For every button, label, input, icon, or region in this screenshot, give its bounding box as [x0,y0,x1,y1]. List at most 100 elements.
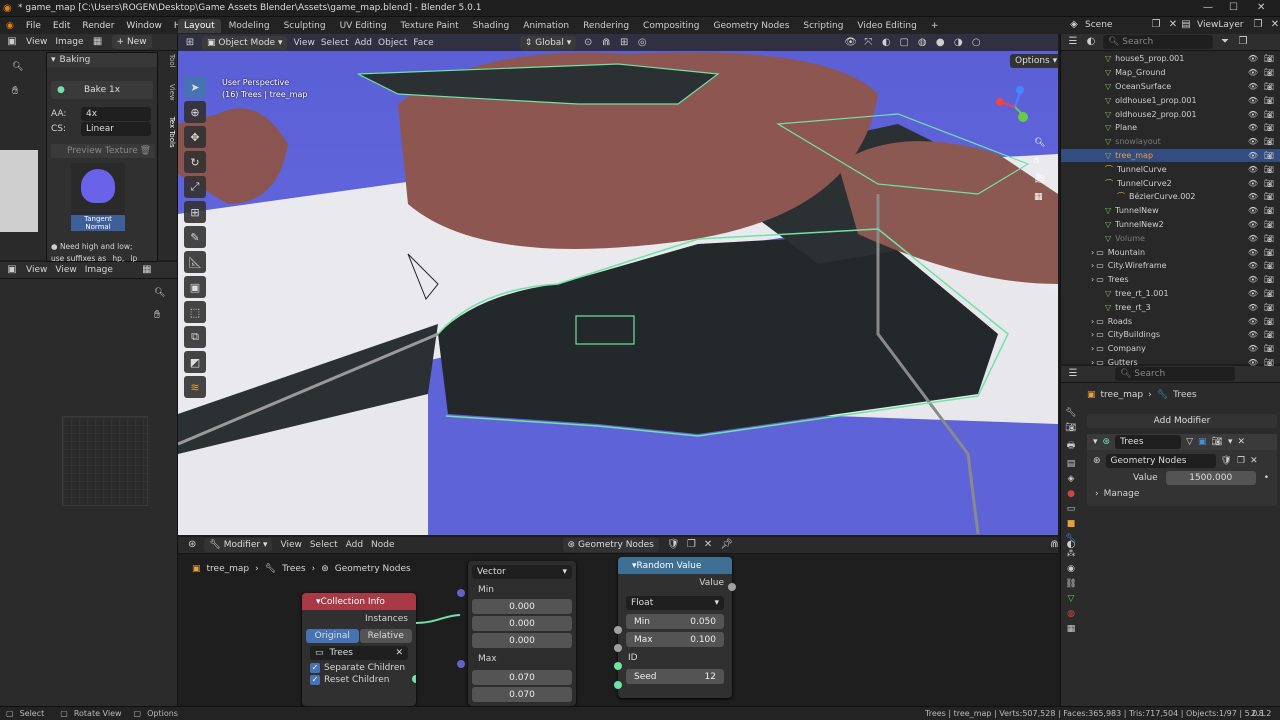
extrude-tool-icon[interactable]: ⧉ [184,326,206,348]
duplicate-icon[interactable]: ❐ [1237,456,1245,466]
menu-face[interactable]: Face [413,38,433,48]
modifier-header[interactable]: ▾ ⊛ Trees ▽ ▣ 📷︎ ▾ ✕ [1087,434,1277,450]
menu-node[interactable]: Node [371,540,395,550]
fake-user-icon[interactable]: 🛡︎ [1221,456,1232,466]
visibility-icon[interactable]: 👁︎ [1248,165,1258,174]
grid-view-icon[interactable]: ▦ [1034,192,1045,202]
min-x-field[interactable]: 0.000 [472,599,572,614]
render-visibility-icon[interactable]: 📷︎ [1264,344,1274,353]
render-visibility-icon[interactable]: 📷︎ [1264,220,1274,229]
expand-icon[interactable]: › [1091,248,1094,257]
pan-hand-icon[interactable]: ✋︎ [12,84,18,98]
max-x-field[interactable]: 0.070 [472,670,572,685]
scene-selector[interactable]: ◈ Scene ❐ ✕ [1068,19,1179,31]
add-modifier-button[interactable]: Add Modifier [1087,414,1277,428]
visibility-icon[interactable]: 👁︎ [1248,82,1258,91]
snap-icon[interactable]: ⋒ [1050,539,1058,551]
tab-tex-tools[interactable]: Tex Tools [168,117,176,148]
data-type-dropdown[interactable]: Float ▾ [626,596,724,610]
outliner-item[interactable]: ▽ TunnelNew 👁︎ 📷︎ [1061,204,1280,218]
view-layer-tab-icon[interactable]: ▤ [1067,459,1076,469]
overlay-icon[interactable]: ◐ [1067,539,1076,551]
scale-tool-icon[interactable]: ⤢ [184,176,206,198]
viewlayer-selector[interactable]: ▤ ViewLayer ❐ ✕ [1180,19,1280,31]
outliner-item[interactable]: › ▭ CityBuildings 👁︎ 📷︎ [1061,328,1280,342]
expand-icon[interactable]: › [1091,330,1094,339]
tab-video-editing[interactable]: Video Editing [851,19,922,33]
outliner-item[interactable]: ▽ TunnelNew2 👁︎ 📷︎ [1061,218,1280,232]
outliner-search-input[interactable]: 🔍︎ Search [1103,35,1213,49]
image-browse-icon[interactable]: ▦ [141,264,153,276]
transform-tool-icon[interactable]: ⊞ [184,201,206,223]
expand-icon[interactable]: › [1091,275,1094,284]
menu-select[interactable]: Select [310,540,338,550]
random-value-node[interactable]: ▾ Random Value Value Float ▾ Min 0.050 Ma… [618,557,732,698]
render-visibility-icon[interactable]: 📷︎ [1264,192,1274,201]
menu-view[interactable]: View [293,38,314,48]
editor-type-icon[interactable]: ⊞ [184,37,196,49]
visibility-icon[interactable]: 👁︎ [1248,54,1258,63]
duplicate-icon[interactable]: ❐ [687,539,696,551]
outliner-item[interactable]: ▽ Volume 👁︎ 📷︎ [1061,231,1280,245]
physics-tab-icon[interactable]: ◉ [1067,564,1075,574]
node-editor[interactable]: ⊛ 🔧︎ Modifier ▾ View Select Add Node ⊛ G… [178,537,1075,706]
menu-add[interactable]: Add [355,38,372,48]
min-socket-icon[interactable] [457,589,465,597]
render-visibility-icon[interactable]: 📷︎ [1264,137,1274,146]
cursor-tool-icon[interactable]: ⊕ [184,101,206,123]
menu-window[interactable]: Window [126,21,162,31]
outliner-item[interactable]: ▽ oldhouse2_prop.001 👁︎ 📷︎ [1061,107,1280,121]
tab-texture-paint[interactable]: Texture Paint [395,19,465,33]
tab-shading[interactable]: Shading [467,19,516,33]
editor-type-icon[interactable]: ▣ [6,36,18,48]
rotate-tool-icon[interactable]: ↻ [184,151,206,173]
outliner-item[interactable]: ▽ tree_map 👁︎ 📷︎ [1061,148,1280,163]
vector-type-dropdown[interactable]: Vector ▾ [472,565,572,579]
proportional-edit-icon[interactable]: ◎ [636,37,648,49]
visibility-icon[interactable]: 👁︎ [1248,96,1258,105]
dropdown-icon[interactable]: ▾ [1228,437,1233,447]
visibility-icon[interactable]: 👁︎ [1248,261,1258,270]
viewlayer-new-icon[interactable]: ❐ [1252,19,1264,31]
reset-children-row[interactable]: ✓ Reset Children [310,675,408,685]
outliner-item[interactable]: ▽ snowlayout 👁︎ 📷︎ [1061,135,1280,149]
tab-layout[interactable]: Layout [178,18,221,33]
outliner-item[interactable]: ▽ oldhouse1_prop.001 👁︎ 📷︎ [1061,93,1280,107]
random-value-header[interactable]: ▾ Random Value [618,557,732,574]
minimize-icon[interactable]: — [1203,2,1213,13]
editor-type-icon[interactable]: ☰ [1067,368,1079,380]
trash-icon[interactable]: 🗑︎ [140,146,151,156]
bake-button[interactable]: ● Bake 1x [51,81,153,99]
visibility-icon[interactable]: 👁︎ [1248,317,1258,326]
separate-children-checkbox[interactable]: ✓ [310,663,320,673]
tab-tool[interactable]: Tool [168,54,176,68]
mode-dropdown[interactable]: ▣ Object Mode ▾ [202,35,288,50]
visibility-icon[interactable]: 👁︎ [1248,289,1258,298]
maximize-icon[interactable]: ☐ [1229,2,1238,13]
material-shading-icon[interactable]: ◑ [952,37,964,49]
value-output-socket-icon[interactable] [728,583,736,591]
pan-hand-icon[interactable]: ✋︎ [154,308,160,322]
visibility-icon[interactable]: 👁︎ [1248,303,1258,312]
render-visibility-icon[interactable]: 📷︎ [1264,151,1274,160]
3d-viewport[interactable]: ⊞ ▣ Object Mode ▾ View Select Add Object… [178,34,1058,535]
unlink-icon[interactable]: ✕ [1250,456,1258,466]
outliner-item[interactable]: ⌒ TunnelCurve 👁︎ 📷︎ [1061,162,1280,176]
render-visibility-icon[interactable]: 📷︎ [1264,275,1274,284]
manage-row[interactable]: › Manage [1087,486,1277,502]
id-input-socket-icon[interactable] [614,662,622,670]
solid-shading-icon[interactable]: ● [934,37,946,49]
aa-dropdown[interactable]: 4x [81,107,151,121]
add-cylinder-tool-icon[interactable]: ⬚ [184,301,206,323]
texture-thumbnail[interactable] [71,163,125,215]
rendered-shading-icon[interactable]: ○ [970,37,982,49]
render-visibility-icon[interactable]: 📷︎ [1264,330,1274,339]
outliner-item[interactable]: › ▭ City.Wireframe 👁︎ 📷︎ [1061,259,1280,273]
menu-add[interactable]: Add [346,540,363,550]
data-tab-icon[interactable]: ▽ [1068,594,1075,604]
render-visibility-icon[interactable]: 📷︎ [1264,82,1274,91]
properties-search-input[interactable]: 🔍︎ Search [1115,367,1235,381]
close-icon[interactable]: ✕ [1257,2,1265,13]
menu-view[interactable]: View [280,540,301,550]
tab-modeling[interactable]: Modeling [223,19,276,33]
